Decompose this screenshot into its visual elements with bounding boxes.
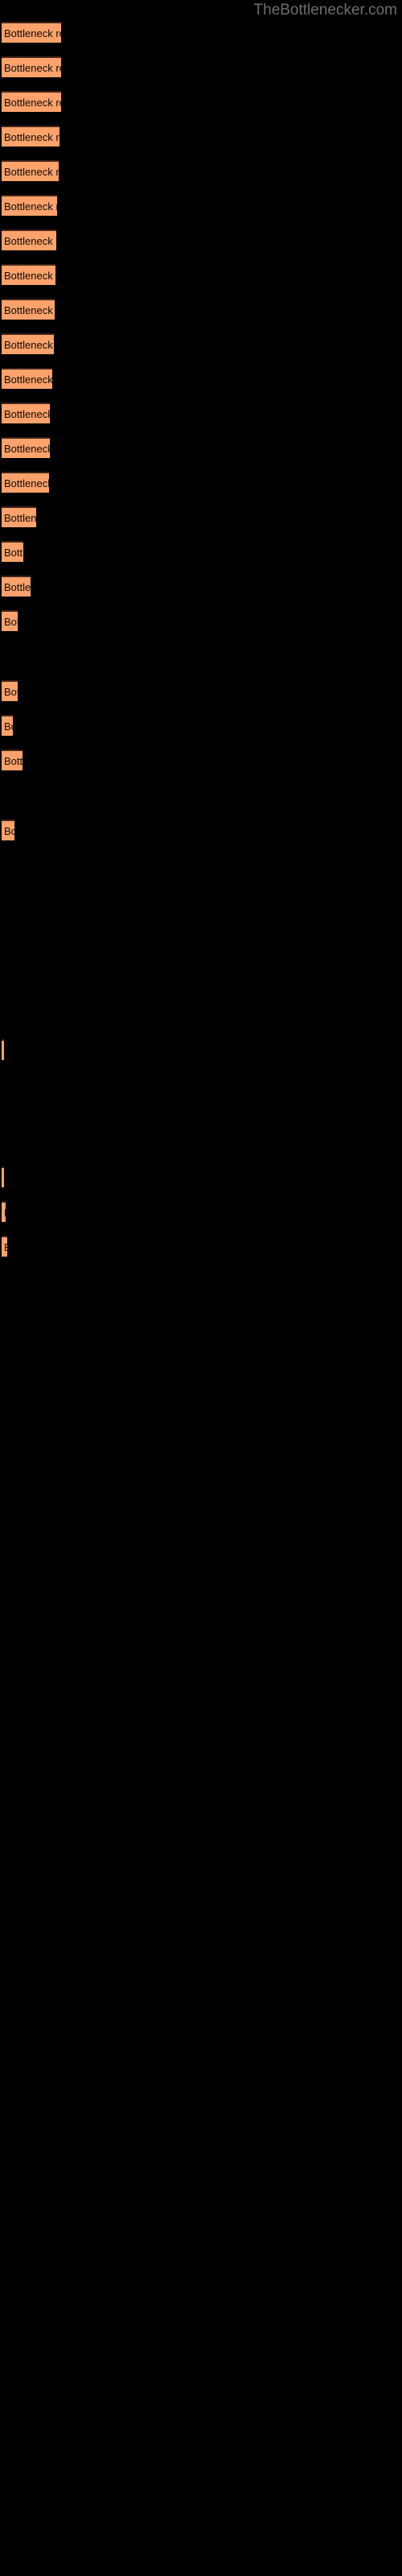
bottleneck-result-bar[interactable]: Bottleneck result bbox=[2, 402, 50, 423]
bottleneck-result-bar[interactable]: Bottleneck result bbox=[2, 160, 59, 181]
bar-label: Bottleneck result bbox=[4, 1205, 6, 1221]
bar-row: Bottleneck result bbox=[2, 1236, 7, 1257]
bottleneck-result-bar[interactable]: Bottleneck result bbox=[2, 368, 52, 389]
bar-label: Bottleneck result bbox=[4, 512, 36, 524]
bar-row: Bottleneck result bbox=[2, 506, 36, 527]
bar-label: Bottleneck result bbox=[4, 755, 23, 767]
bar-label: Bottleneck result bbox=[4, 616, 18, 628]
bottleneck-result-bar[interactable]: Bottleneck result bbox=[2, 506, 36, 527]
bar-row: Bottleneck result bbox=[2, 333, 54, 354]
bar-label: Bottleneck result bbox=[4, 408, 50, 420]
bar-row: Bottleneck result bbox=[2, 56, 61, 77]
bottleneck-result-bar[interactable]: Bottleneck result bbox=[2, 333, 54, 354]
bar-chart-plot: Bottleneck result Bottleneck result Bottle… bbox=[0, 0, 402, 2576]
bar-row: Bottleneck result bbox=[2, 715, 13, 736]
bar-label: Bottleneck result bbox=[4, 443, 50, 455]
bar-row: Bottleneck result bbox=[2, 680, 18, 701]
bottleneck-result-bar[interactable]: Bottleneck result bbox=[2, 472, 49, 493]
bottleneck-result-bar[interactable]: Bottleneck result bbox=[2, 749, 23, 770]
bottleneck-result-bar[interactable]: Bottleneck result bbox=[2, 299, 55, 320]
bar-label: Bottleneck result bbox=[4, 547, 23, 559]
bar-row: Bottleneck result bbox=[2, 160, 59, 181]
bottleneck-result-bar[interactable]: Bottleneck result bbox=[2, 437, 50, 458]
bar-row: Bottleneck result bbox=[2, 91, 61, 112]
bar-label: Bottleneck result bbox=[4, 200, 57, 213]
bottleneck-result-bar[interactable]: Bottleneck result bbox=[2, 1236, 7, 1257]
bottleneck-result-bar[interactable]: Bottleneck result bbox=[2, 229, 56, 250]
bar-label: Bottleneck result bbox=[4, 27, 61, 39]
bottleneck-result-bar[interactable]: Bottleneck result bbox=[2, 819, 14, 840]
bar-label: Bottleneck result bbox=[4, 62, 61, 74]
bar-label: Bottleneck result bbox=[4, 825, 14, 837]
bar-label: Bottleneck result bbox=[4, 131, 59, 143]
bar-row: Bottleneck result bbox=[2, 541, 23, 562]
bar-label: Bottleneck result bbox=[4, 97, 61, 109]
bottleneck-result-bar[interactable]: Bottleneck result bbox=[2, 91, 61, 112]
bar-label: Bottleneck result bbox=[4, 686, 18, 698]
bar-row: Bottleneck result bbox=[2, 299, 55, 320]
bottleneck-result-bar[interactable]: Bottleneck result bbox=[2, 1166, 4, 1187]
bar-label: Bottleneck result bbox=[4, 1240, 7, 1256]
bar-row: Bottleneck result bbox=[2, 472, 49, 493]
bar-row: Bottleneck result bbox=[2, 126, 59, 147]
bar-label: Bottleneck result bbox=[4, 166, 59, 178]
bottleneck-result-bar[interactable]: Bottleneck result bbox=[2, 56, 61, 77]
bottleneck-result-bar[interactable]: Bottleneck result bbox=[2, 576, 31, 597]
bottleneck-result-bar[interactable]: Bottleneck result bbox=[2, 195, 57, 216]
bar-label: Bottleneck result bbox=[4, 270, 55, 282]
bar-row: Bottleneck result bbox=[2, 576, 31, 597]
bar-row: Bottleneck result bbox=[2, 229, 56, 250]
bar-row: Bottleneck result bbox=[2, 1166, 4, 1187]
bar-label: Bottleneck result bbox=[4, 581, 31, 593]
bottleneck-result-bar[interactable]: Bottleneck result bbox=[2, 680, 18, 701]
bottleneck-result-bar[interactable]: Bottleneck result bbox=[2, 22, 61, 43]
bar-row: Bottleneck result bbox=[2, 1201, 6, 1222]
bar-label: Bottleneck result bbox=[4, 720, 13, 733]
bar-row: Bottleneck result bbox=[2, 195, 57, 216]
bar-label: Bottleneck result bbox=[4, 477, 49, 489]
bottleneck-result-bar[interactable]: Bottleneck result bbox=[2, 264, 55, 285]
bar-row: Bottleneck result bbox=[2, 22, 61, 43]
bar-label: Bottleneck result bbox=[4, 235, 56, 247]
bar-row: Bottleneck result bbox=[2, 437, 50, 458]
bottleneck-result-bar[interactable]: Bottleneck result bbox=[2, 1039, 4, 1060]
bar-row: Bottleneck result bbox=[2, 264, 55, 285]
bar-label: Bottleneck result bbox=[4, 374, 52, 386]
bottleneck-result-bar[interactable]: Bottleneck result bbox=[2, 715, 13, 736]
bar-row: Bottleneck result bbox=[2, 402, 50, 423]
bar-row: Bottleneck result bbox=[2, 749, 23, 770]
bottleneck-result-bar[interactable]: Bottleneck result bbox=[2, 126, 59, 147]
bottleneck-result-bar[interactable]: Bottleneck result bbox=[2, 541, 23, 562]
bar-row: Bottleneck result bbox=[2, 1039, 4, 1060]
bar-row: Bottleneck result bbox=[2, 610, 18, 631]
bottleneck-result-bar[interactable]: Bottleneck result bbox=[2, 1201, 6, 1222]
bar-label: Bottleneck result bbox=[4, 304, 55, 316]
bar-row: Bottleneck result bbox=[2, 368, 52, 389]
bar-row: Bottleneck result bbox=[2, 819, 14, 840]
bottleneck-result-bar[interactable]: Bottleneck result bbox=[2, 610, 18, 631]
bar-label: Bottleneck result bbox=[4, 339, 54, 351]
